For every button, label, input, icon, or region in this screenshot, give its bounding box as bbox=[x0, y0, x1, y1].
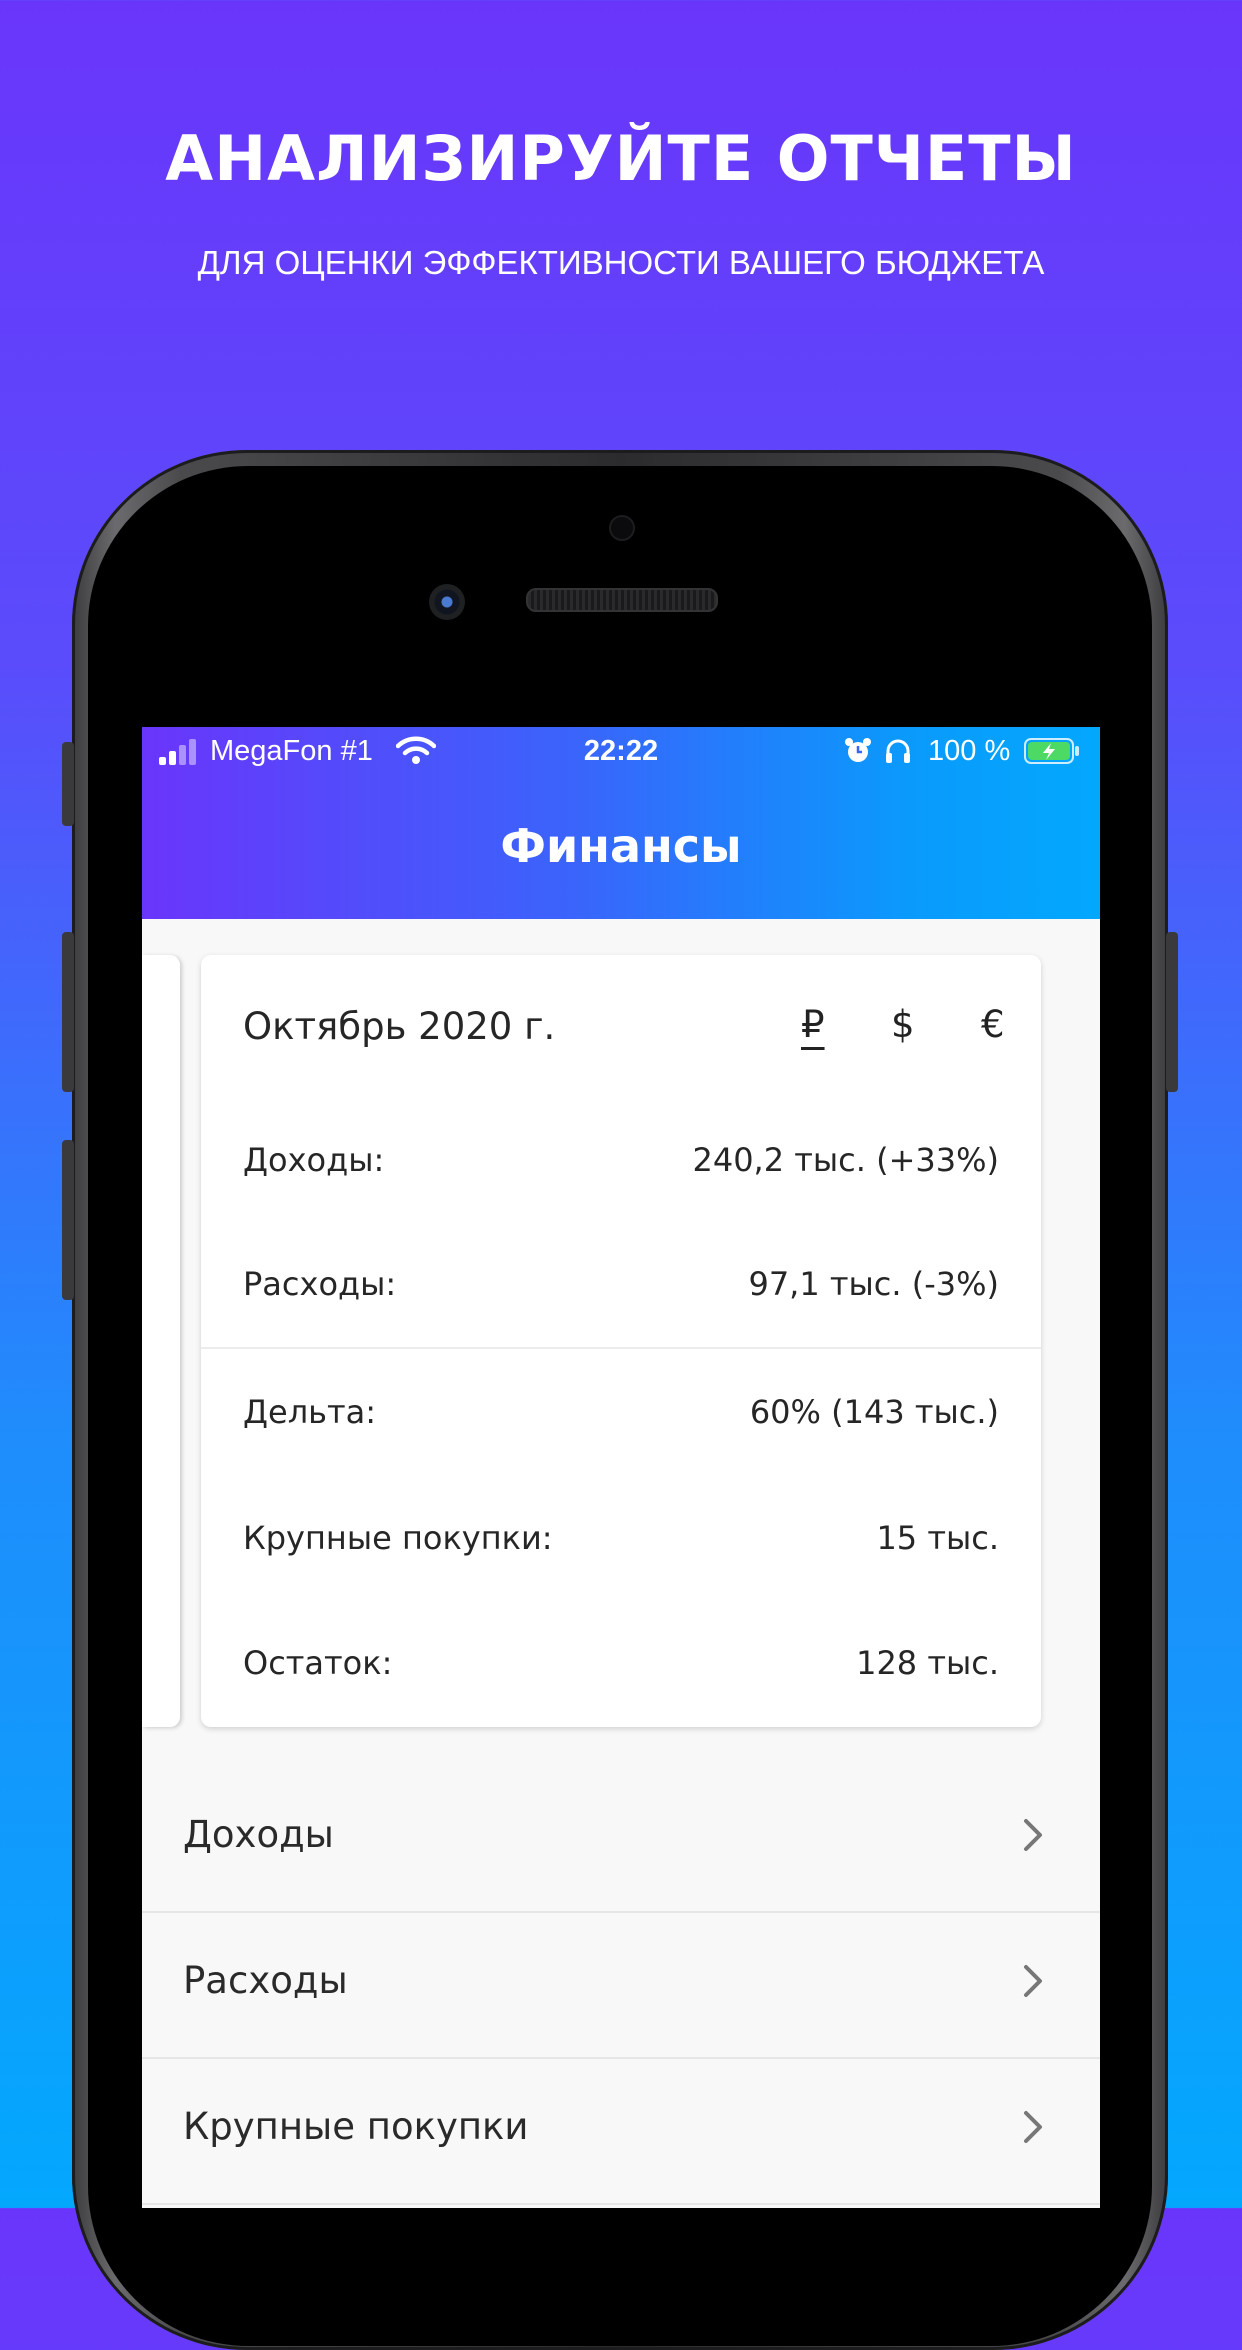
promo-title: АНАЛИЗИРУЙТЕ ОТЧЕТЫ bbox=[165, 122, 1077, 195]
month-summary-card[interactable]: Октябрь 2020 г. ₽ $ € Доходы: 240,2 тыс.… bbox=[201, 955, 1041, 1727]
summary-row-expenses: Расходы: 97,1 тыс. (-3%) bbox=[243, 1265, 999, 1315]
menu-item-label: Доходы bbox=[183, 1813, 334, 1856]
status-bar: MegaFon #1 22:22 100 % bbox=[142, 727, 1100, 777]
earpiece-speaker bbox=[526, 588, 718, 612]
battery-percentage: 100 % bbox=[928, 735, 1011, 767]
phone-mute-switch bbox=[62, 742, 74, 826]
promo-subtitle: ДЛЯ ОЦЕНКИ ЭФФЕКТИВНОСТИ ВАШЕГО БЮДЖЕТА bbox=[197, 244, 1045, 281]
phone-volume-down-button bbox=[62, 1140, 74, 1300]
summary-row-balance: Остаток: 128 тыс. bbox=[243, 1644, 999, 1694]
income-value: 240,2 тыс. (+33%) bbox=[692, 1141, 999, 1179]
alarm-icon bbox=[845, 738, 871, 762]
menu-item-income[interactable]: Доходы bbox=[142, 1767, 1100, 1913]
balance-label: Остаток: bbox=[243, 1644, 393, 1682]
summary-row-delta: Дельта: 60% (143 тыс.) bbox=[243, 1393, 999, 1443]
chevron-right-icon bbox=[1024, 2111, 1042, 2143]
phone-volume-up-button bbox=[62, 932, 74, 1092]
headphones-icon bbox=[886, 739, 910, 763]
large-purchases-label: Крупные покупки: bbox=[243, 1519, 553, 1557]
battery-charging-icon bbox=[1024, 738, 1079, 764]
menu-item-label: Расходы bbox=[183, 1959, 348, 2002]
menu-item-label: Крупные покупки bbox=[183, 2105, 529, 2148]
currency-rub-button[interactable]: ₽ bbox=[801, 1003, 825, 1046]
chevron-right-icon bbox=[1024, 1819, 1042, 1851]
phone-power-button bbox=[1166, 932, 1178, 1092]
balance-value: 128 тыс. bbox=[856, 1644, 999, 1682]
phone-screen: MegaFon #1 22:22 100 % Финансы Октябрь 2… bbox=[142, 727, 1100, 2208]
previous-month-card[interactable] bbox=[142, 955, 180, 1727]
app-header: MegaFon #1 22:22 100 % Финансы bbox=[142, 727, 1100, 919]
page-title: Финансы bbox=[500, 819, 742, 873]
large-purchases-value: 15 тыс. bbox=[876, 1519, 999, 1557]
expenses-label: Расходы: bbox=[243, 1265, 397, 1303]
menu-item-expenses[interactable]: Расходы bbox=[142, 1913, 1100, 2059]
delta-value: 60% (143 тыс.) bbox=[749, 1393, 999, 1431]
currency-eur-button[interactable]: € bbox=[981, 1003, 1005, 1046]
proximity-sensor bbox=[609, 515, 635, 541]
summary-divider bbox=[201, 1347, 1041, 1349]
menu-item-large-purchases[interactable]: Крупные покупки bbox=[142, 2059, 1100, 2205]
currency-usd-button[interactable]: $ bbox=[891, 1003, 915, 1046]
income-label: Доходы: bbox=[243, 1141, 385, 1179]
expenses-value: 97,1 тыс. (-3%) bbox=[748, 1265, 999, 1303]
front-camera bbox=[429, 584, 465, 620]
summary-row-large-purchases: Крупные покупки: 15 тыс. bbox=[243, 1519, 999, 1569]
delta-label: Дельта: bbox=[243, 1393, 377, 1431]
month-label: Октябрь 2020 г. bbox=[243, 1005, 556, 1048]
summary-row-income: Доходы: 240,2 тыс. (+33%) bbox=[243, 1141, 999, 1191]
chevron-right-icon bbox=[1024, 1965, 1042, 1997]
